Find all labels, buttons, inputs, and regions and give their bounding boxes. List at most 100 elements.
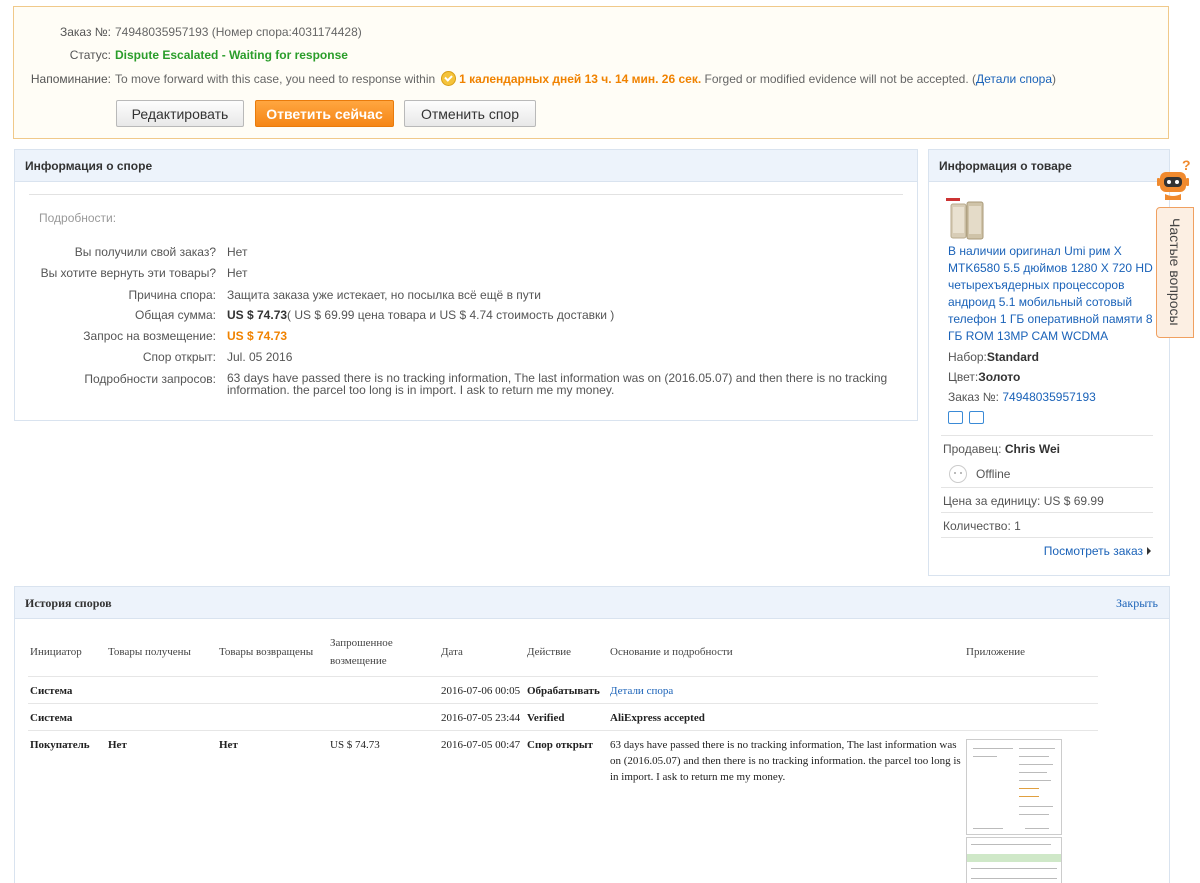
attachment-cell: [964, 703, 1098, 731]
unit-price-row: Цена за единицу: US $ 69.99: [943, 494, 1104, 508]
chevron-right-icon: [1147, 547, 1151, 555]
dispute-details-link[interactable]: Детали спора: [610, 685, 673, 697]
detail-label: Вы получили свой заказ?: [74, 245, 216, 259]
product-color: Цвет:Золото: [948, 370, 1020, 384]
order-summary-box: Заказ №: 74948035957193 (Номер спора:4031…: [13, 6, 1169, 139]
product-order-link[interactable]: 74948035957193: [1002, 390, 1095, 404]
detail-label: Вы хотите вернуть эти товары?: [40, 266, 216, 280]
reason-cell: Детали спора: [608, 676, 964, 704]
view-order-link[interactable]: Посмотреть заказ: [1044, 544, 1151, 558]
initiator-cell: Система: [28, 703, 106, 731]
faq-label: Частые вопросы: [1167, 218, 1183, 326]
attachment-thumbnail[interactable]: [966, 738, 1062, 835]
col-initiator: Инициатор: [28, 629, 106, 677]
detail-label: Общая сумма:: [135, 308, 216, 322]
history-table: Инициатор Товары получены Товары возвращ…: [28, 629, 1098, 883]
initiator-cell: Система: [28, 676, 106, 704]
reminder-suffix: Forged or modified evidence will not be …: [704, 72, 969, 86]
order-number-label: Заказ №:: [59, 25, 111, 39]
paren-close: ): [1052, 72, 1057, 86]
initiator-cell: Покупатель: [28, 730, 106, 883]
quantity-value: 1: [1014, 519, 1021, 533]
detail-value: 63 days have passed there is no tracking…: [227, 371, 888, 397]
returned-cell: [217, 676, 328, 704]
timer-icon: [441, 71, 457, 86]
divider: [941, 537, 1153, 538]
set-value: Standard: [986, 350, 1039, 364]
returned-cell: [217, 703, 328, 731]
product-order: Заказ №: 74948035957193: [948, 390, 1096, 404]
details-heading: Подробности:: [39, 211, 117, 225]
attachment-cell: [964, 676, 1098, 704]
dispute-info-panel: Информация о споре Подробности: Вы получ…: [14, 149, 918, 421]
attachment-thumbnail[interactable]: [966, 836, 1062, 883]
product-info-title: Информация о товаре: [929, 150, 1169, 182]
table-row: Покупатель Нет Нет US $ 74.73 2016-07-05…: [28, 730, 1098, 883]
seller-row: Продавец: Chris Wei: [943, 442, 1060, 456]
product-action-icons: [948, 411, 990, 427]
shipping-icon[interactable]: [948, 411, 963, 424]
color-label: Цвет:: [948, 370, 979, 384]
view-order-label: Посмотреть заказ: [1043, 544, 1143, 558]
received-cell: Нет: [106, 730, 217, 883]
offline-status-icon: [949, 465, 967, 483]
svg-text:?: ?: [1182, 158, 1191, 173]
edit-button[interactable]: Редактировать: [116, 100, 244, 127]
col-action: Действие: [525, 629, 608, 677]
divider: [941, 487, 1153, 488]
total-amount: US $ 74.73: [227, 308, 288, 322]
reason-cell: 63 days have passed there is no tracking…: [608, 730, 964, 883]
detail-value: Защита заказа уже истекает, но посылка в…: [227, 288, 541, 302]
detail-value: Нет: [227, 266, 248, 280]
returned-cell: Нет: [217, 730, 328, 883]
dispute-details-link[interactable]: Детали спора: [976, 72, 1052, 86]
unit-price-label: Цена за единицу:: [943, 494, 1041, 508]
faq-side-tab[interactable]: Частые вопросы: [1156, 207, 1194, 338]
col-date: Дата: [439, 629, 525, 677]
order-label: Заказ №:: [948, 390, 1000, 404]
attachment-cell: [964, 730, 1098, 883]
detail-value: US $ 74.73( US $ 69.99 цена товара и US …: [227, 308, 614, 322]
product-info-panel: Информация о товаре В наличии оригинал U…: [928, 149, 1170, 576]
quantity-row: Количество: 1: [943, 519, 1021, 533]
status-label: Статус:: [69, 48, 111, 62]
action-cell: Обрабатывать: [525, 676, 608, 704]
seller-label: Продавец:: [943, 442, 1002, 456]
refund-cell: [328, 703, 439, 731]
total-breakdown: ( US $ 69.99 цена товара и US $ 4.74 сто…: [287, 308, 615, 322]
detail-label: Подробности запросов:: [84, 372, 216, 386]
history-header: История споров Закрыть: [15, 587, 1169, 619]
table-row: Система 2016-07-06 00:05 Обрабатывать Де…: [28, 676, 1098, 704]
close-history-link[interactable]: Закрыть: [1116, 596, 1158, 611]
online-status-text: Offline: [976, 467, 1011, 481]
seller-name[interactable]: Chris Wei: [1005, 442, 1060, 456]
product-name-link[interactable]: В наличии оригинал Umi рим X MTK6580 5.5…: [948, 243, 1158, 345]
table-header-row: Инициатор Товары получены Товары возвращ…: [28, 629, 1098, 677]
action-cell: Verified: [525, 703, 608, 731]
refund-cell: US $ 74.73: [328, 730, 439, 883]
detail-label: Причина спора:: [128, 288, 216, 302]
divider: [941, 512, 1153, 513]
order-number-row: Заказ №: 74948035957193 (Номер спора:4031…: [14, 25, 362, 39]
color-value: Золото: [978, 370, 1021, 384]
col-attachment: Приложение: [964, 629, 1098, 677]
respond-now-button[interactable]: Ответить сейчас: [255, 100, 394, 127]
status-value: Dispute Escalated - Waiting for response: [115, 48, 348, 62]
col-returned: Товары возвращены: [217, 629, 328, 677]
countdown-timer: 1 календарных дней 13 ч. 14 мин. 26 сек.: [459, 72, 702, 86]
col-reason: Основание и подробности: [608, 629, 964, 677]
set-label: Набор:: [948, 350, 987, 364]
table-row: Система 2016-07-05 23:44 Verified AliExp…: [28, 703, 1098, 731]
date-cell: 2016-07-06 00:05: [439, 676, 525, 704]
refund-amount: US $ 74.73: [227, 329, 288, 343]
reminder-row: Напоминание: To move forward with this ca…: [14, 71, 1056, 86]
robot-help-icon[interactable]: ?: [1156, 157, 1196, 206]
dispute-history-panel: История споров Закрыть Инициатор Товары …: [14, 586, 1170, 883]
date-cell: 2016-07-05 00:47: [439, 730, 525, 883]
cancel-dispute-button[interactable]: Отменить спор: [404, 100, 536, 127]
action-cell: Спор открыт: [525, 730, 608, 883]
return-icon[interactable]: [969, 411, 984, 424]
product-set: Набор:Standard: [948, 350, 1039, 364]
detail-label: Запрос на возмещение:: [83, 329, 216, 343]
product-thumbnail[interactable]: [943, 196, 989, 242]
